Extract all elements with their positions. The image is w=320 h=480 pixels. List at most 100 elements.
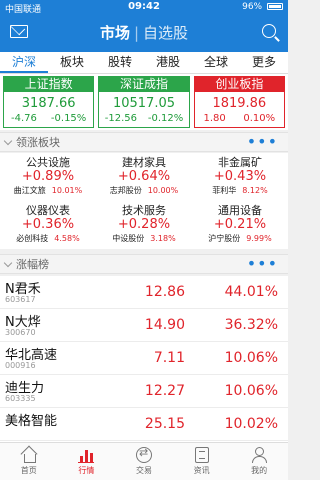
stock-pct: 10.06%: [224, 383, 278, 399]
index-value: 10517.05: [112, 96, 175, 111]
index-card-chinext[interactable]: 创业板指 1819.86 1.80 0.10%: [193, 76, 285, 128]
stock-code: 300670: [5, 328, 36, 337]
leading-stock-pct: 9.99%: [246, 234, 272, 243]
stock-row[interactable]: 美格智能 25.15 10.02%: [0, 408, 288, 441]
chevron-down-icon: [3, 258, 13, 268]
search-icon[interactable]: [262, 24, 276, 38]
nav-label: 首页: [20, 466, 37, 475]
tab-sector[interactable]: 板块: [48, 52, 96, 73]
sector-cell[interactable]: 通用设备 +0.21% 沪宁股份 9.99%: [192, 201, 288, 249]
tab-hk[interactable]: 港股: [144, 52, 192, 73]
nav-label: 交易: [135, 466, 152, 475]
battery-percent: 96%: [242, 2, 263, 12]
nav-me[interactable]: 我的: [230, 443, 288, 480]
rise-list: N君禾 603617 12.86 44.01% N大烨 300670 14.90…: [0, 276, 288, 442]
leading-stock: 沪宁股份: [208, 234, 241, 243]
stock-pct: 10.06%: [224, 350, 278, 366]
leading-stock: 菲利华: [212, 186, 237, 195]
nav-bar: 市场 | 自选股: [0, 16, 288, 52]
title-divider: |: [133, 24, 140, 42]
section-title: 领涨板块: [16, 136, 60, 149]
tab-hushen[interactable]: 沪深: [0, 52, 48, 73]
sector-cell[interactable]: 非金属矿 +0.43% 菲利华 8.12%: [192, 153, 288, 201]
sector-name: 技术服务: [122, 204, 166, 217]
sectors-section-header[interactable]: 领涨板块 •••: [0, 132, 288, 152]
sector-pct: +0.21%: [213, 217, 267, 232]
index-pct: 0.10%: [243, 113, 276, 124]
leading-stock-pct: 4.58%: [54, 234, 80, 243]
sector-name: 非金属矿: [218, 156, 262, 169]
stock-row[interactable]: N大烨 300670 14.90 36.32%: [0, 309, 288, 342]
bottom-nav: 首页 行情 交易 资讯 我的: [0, 442, 288, 480]
stock-row[interactable]: 迪生力 603335 12.27 10.06%: [0, 375, 288, 408]
leading-stock-pct: 10.00%: [147, 186, 179, 195]
stock-code: 000916: [5, 361, 36, 370]
index-change: -12.56: [104, 113, 137, 124]
stock-row[interactable]: 华北高速 000916 7.11 10.06%: [0, 342, 288, 375]
news-icon: [194, 447, 209, 463]
bar-chart-icon: [77, 447, 95, 463]
nav-title: 市场 | 自选股: [0, 22, 288, 43]
index-change: 1.80: [203, 113, 226, 124]
stock-pct: 44.01%: [224, 284, 278, 300]
index-value: 1819.86: [212, 96, 267, 111]
index-card-shenzhen[interactable]: 深证成指 10517.05 -12.56 -0.12%: [98, 76, 190, 128]
stock-pct: 10.02%: [224, 416, 278, 432]
stock-price: 14.90: [144, 317, 185, 333]
stock-code: 603335: [5, 394, 36, 403]
index-change: -4.76: [11, 113, 37, 124]
battery-indicator: 96%: [242, 2, 283, 12]
sector-cell[interactable]: 仪器仪表 +0.36% 必创科技 4.58%: [0, 201, 96, 249]
stock-price: 25.15: [144, 416, 185, 432]
section-title: 涨幅榜: [16, 258, 49, 271]
sector-pct: +0.64%: [117, 169, 171, 184]
tab-more[interactable]: 更多: [240, 52, 288, 73]
sector-cell[interactable]: 技术服务 +0.28% 中设股份 3.18%: [96, 201, 192, 249]
user-icon: [250, 447, 268, 463]
stock-code: 603617: [5, 295, 36, 304]
index-value: 3187.66: [21, 96, 76, 111]
sector-pct: +0.36%: [21, 217, 75, 232]
sector-cell[interactable]: 建材家具 +0.64% 志邦股份 10.00%: [96, 153, 192, 201]
nav-news[interactable]: 资讯: [173, 443, 231, 480]
watchlist-tab[interactable]: 自选股: [143, 24, 188, 42]
leading-stock-pct: 8.12%: [242, 186, 268, 195]
sector-grid: 公共设施 +0.89% 曲江文旅 10.01% 建材家具 +0.64% 志邦股份 1…: [0, 153, 288, 249]
sector-name: 仪器仪表: [26, 204, 70, 217]
home-icon: [20, 447, 38, 463]
sector-name: 建材家具: [122, 156, 166, 169]
nav-label: 资讯: [193, 466, 210, 475]
nav-trade[interactable]: 交易: [115, 443, 173, 480]
sector-cell[interactable]: 公共设施 +0.89% 曲江文旅 10.01%: [0, 153, 96, 201]
app-header: 中国联通 09:42 96% 市场 | 自选股: [0, 0, 288, 52]
stock-row[interactable]: N君禾 603617 12.86 44.01%: [0, 276, 288, 309]
nav-home[interactable]: 首页: [0, 443, 58, 480]
sector-pct: +0.89%: [21, 169, 75, 184]
stock-name: 美格智能: [5, 414, 58, 429]
sector-pct: +0.28%: [117, 217, 171, 232]
battery-icon: [267, 3, 283, 10]
leading-stock: 中设股份: [112, 234, 145, 243]
index-cards: 上证指数 3187.66 -4.76 -0.15% 深证成指 10517.05 -…: [0, 74, 288, 130]
tab-global[interactable]: 全球: [192, 52, 240, 73]
sector-pct: +0.43%: [213, 169, 267, 184]
leading-stock: 志邦股份: [109, 186, 142, 195]
nav-market[interactable]: 行情: [58, 443, 116, 480]
exchange-icon: [135, 446, 152, 463]
index-card-shanghai[interactable]: 上证指数 3187.66 -4.76 -0.15%: [3, 76, 95, 128]
tab-neeq[interactable]: 股转: [96, 52, 144, 73]
index-name: 创业板指: [194, 77, 284, 92]
leading-stock: 必创科技: [16, 234, 49, 243]
leading-stock: 曲江文旅: [13, 186, 46, 195]
status-bar: 中国联通 09:42 96%: [0, 0, 288, 16]
sector-name: 通用设备: [218, 204, 262, 217]
rise-section-header[interactable]: 涨幅榜 •••: [0, 254, 288, 274]
more-dots-icon[interactable]: •••: [247, 255, 278, 273]
market-tabs: 沪深 板块 股转 港股 全球 更多: [0, 52, 288, 74]
index-pct: -0.15%: [50, 113, 87, 124]
index-name: 上证指数: [4, 77, 94, 92]
leading-stock-pct: 10.01%: [51, 186, 83, 195]
market-tab[interactable]: 市场: [100, 24, 130, 42]
more-dots-icon[interactable]: •••: [247, 133, 278, 151]
sector-name: 公共设施: [26, 156, 70, 169]
